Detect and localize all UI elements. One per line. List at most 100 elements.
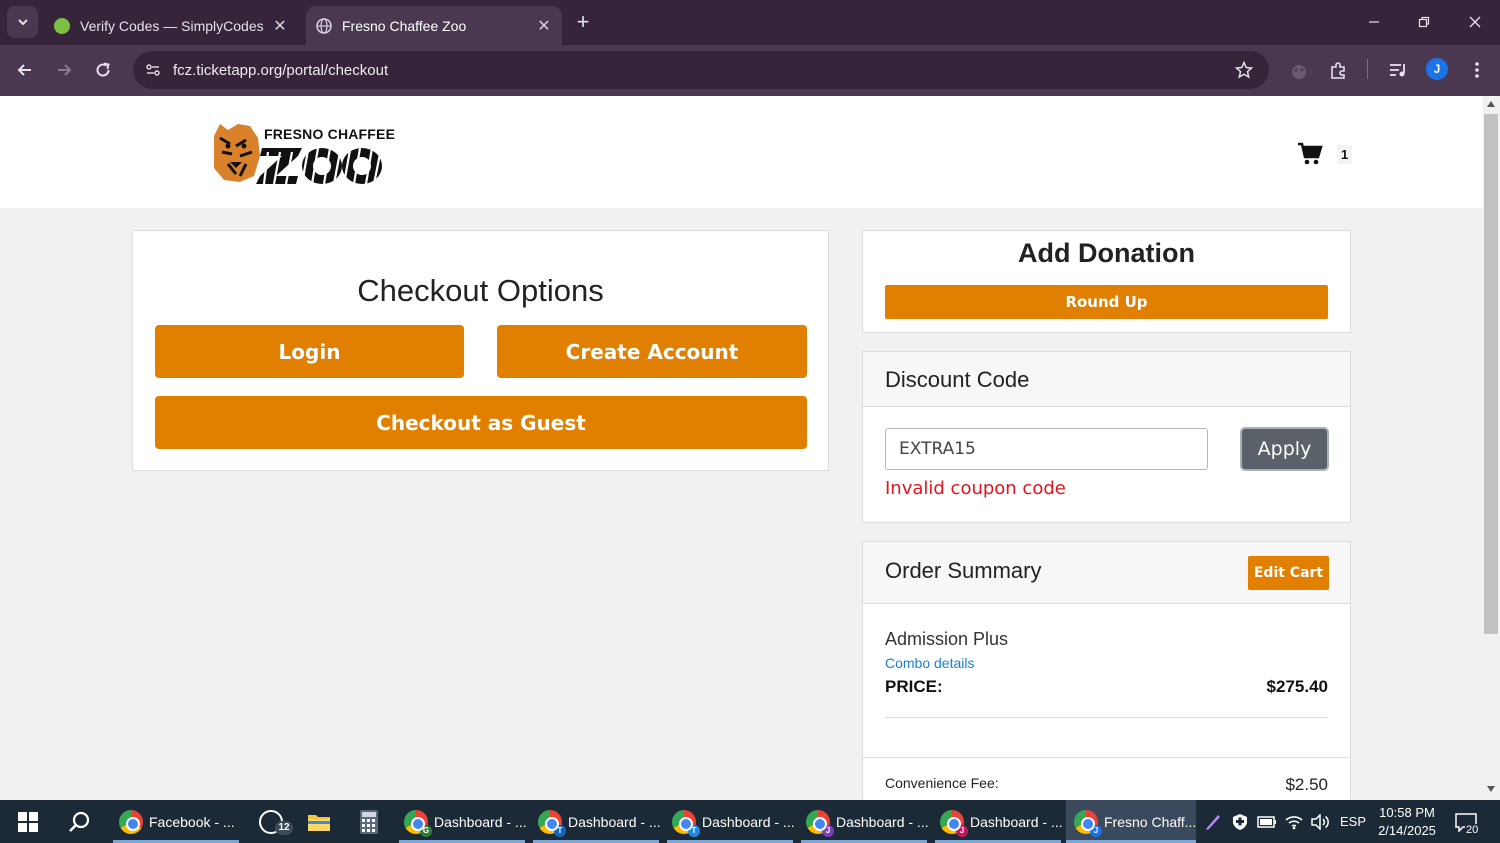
divider [863, 757, 1350, 758]
taskbar-app-dashboard-2[interactable]: T Dashboard - ... [533, 800, 661, 843]
profile-badge: G [420, 824, 432, 837]
simplycodes-icon [54, 17, 70, 34]
tray-wifi-icon[interactable] [1285, 800, 1303, 843]
taskbar-search-button[interactable] [62, 800, 98, 843]
start-button[interactable] [10, 800, 46, 843]
create-account-button[interactable]: Create Account [497, 325, 807, 378]
checkout-as-guest-button[interactable]: Checkout as Guest [155, 396, 807, 449]
reload-button[interactable] [87, 55, 119, 85]
price-label: PRICE: [885, 677, 943, 696]
globe-icon [316, 17, 332, 34]
close-icon[interactable]: ✕ [268, 16, 292, 36]
line-item-name: Admission Plus [885, 629, 1009, 649]
taskbar-app-label: Fresno Chaff... [1104, 813, 1197, 830]
tray-security-icon[interactable] [1231, 800, 1249, 843]
chrome-icon: T [538, 809, 566, 837]
taskbar-app-dashboard-3[interactable]: T Dashboard - ... [667, 800, 795, 843]
checkout-options-card: Checkout Options Login Create Account Ch… [132, 230, 829, 471]
discount-code-title: Discount Code [885, 367, 1030, 392]
scroll-down-icon[interactable] [1487, 786, 1495, 792]
tab-fresno-chaffee-zoo[interactable]: Fresno Chaffee Zoo ✕ [306, 6, 562, 45]
tab-title: Verify Codes — SimplyCodes [80, 17, 264, 34]
tray-pen-icon[interactable] [1204, 800, 1222, 843]
chrome-icon [119, 809, 143, 834]
address-bar[interactable]: fcz.ticketapp.org/portal/checkout [133, 51, 1269, 89]
cart-count-badge: 1 [1337, 144, 1353, 164]
tab-title: Fresno Chaffee Zoo [342, 17, 467, 34]
profile-avatar[interactable]: J [1426, 58, 1448, 80]
tab-search-button[interactable] [7, 6, 38, 38]
apply-button[interactable]: Apply [1240, 427, 1329, 471]
order-summary-title: Order Summary [885, 558, 1042, 583]
tray-volume-icon[interactable] [1310, 800, 1330, 843]
close-window-button[interactable] [1455, 6, 1495, 38]
tray-battery-icon[interactable] [1257, 800, 1277, 843]
restore-icon [1418, 16, 1430, 28]
notification-badge: 12 [275, 820, 293, 835]
extension-icon[interactable] [1286, 58, 1312, 84]
close-icon[interactable]: ✕ [532, 16, 556, 36]
page-scrollbar[interactable] [1483, 96, 1500, 800]
page-viewport: FRESNO CHAFFEE 1 Checkout Options Login … [0, 96, 1483, 800]
taskbar-app-fresno-chaffee[interactable]: J Fresno Chaff... [1066, 800, 1196, 843]
input-language[interactable]: ESP [1340, 800, 1366, 843]
back-button[interactable] [9, 55, 41, 85]
taskbar-app-calculator[interactable] [356, 800, 382, 843]
site-header: FRESNO CHAFFEE 1 [0, 96, 1483, 208]
chevron-down-icon [17, 19, 28, 26]
taskbar-app-dashboard-4[interactable]: J Dashboard - ... [801, 800, 929, 843]
browser-menu-icon[interactable] [1464, 57, 1490, 83]
profile-badge: T [688, 824, 700, 837]
search-icon [69, 811, 90, 832]
taskbar-app-whatsapp[interactable]: 12 [254, 800, 293, 843]
taskbar-app-label: Dashboard - ... [568, 813, 661, 830]
extensions-puzzle-icon[interactable] [1326, 57, 1352, 83]
edit-cart-button[interactable]: Edit Cart [1248, 556, 1329, 590]
forward-button[interactable] [48, 55, 80, 85]
add-donation-card: Add Donation Round Up [862, 230, 1351, 333]
minimize-button[interactable] [1354, 6, 1394, 38]
minimize-icon [1369, 21, 1379, 23]
convenience-fee-value: $2.50 [1285, 775, 1328, 794]
shopping-cart-icon [1298, 142, 1323, 165]
site-info-icon[interactable] [141, 58, 165, 82]
new-tab-button[interactable]: + [570, 8, 596, 36]
scrollbar-thumb[interactable] [1484, 114, 1498, 634]
divider [885, 717, 1328, 718]
tab-simplycodes[interactable]: Verify Codes — SimplyCodes ✕ [44, 6, 298, 45]
cart-button[interactable]: 1 [1297, 140, 1357, 168]
calculator-icon [360, 809, 378, 834]
taskbar-app-file-explorer[interactable] [304, 800, 334, 843]
checkout-options-title: Checkout Options [357, 273, 604, 308]
windows-taskbar: Facebook - ... 12 G Dashboard - ... T Da… [0, 800, 1500, 843]
taskbar-app-facebook[interactable]: Facebook - ... [113, 800, 239, 843]
browser-toolbar: fcz.ticketapp.org/portal/checkout [0, 45, 1500, 96]
discount-code-input[interactable]: EXTRA15 [885, 428, 1208, 470]
scroll-up-icon[interactable] [1487, 101, 1495, 107]
login-button[interactable]: Login [155, 325, 464, 378]
notification-center-button[interactable]: 20 [1455, 800, 1480, 843]
taskbar-app-dashboard-5[interactable]: J Dashboard - ... [935, 800, 1063, 843]
price-value: $275.40 [1266, 677, 1328, 696]
file-explorer-icon [308, 814, 330, 831]
taskbar-app-dashboard-1[interactable]: G Dashboard - ... [399, 800, 527, 843]
arrow-right-icon [58, 64, 72, 76]
bookmark-star-icon[interactable] [1233, 59, 1255, 81]
zoo-logo[interactable]: FRESNO CHAFFEE [210, 118, 395, 186]
round-up-button[interactable]: Round Up [885, 285, 1328, 319]
media-control-icon[interactable] [1385, 57, 1411, 83]
url-text: fcz.ticketapp.org/portal/checkout [173, 62, 389, 79]
whatsapp-icon: 12 [259, 809, 293, 835]
clock-time: 10:58 PM [1379, 805, 1435, 820]
taskbar-app-label: Facebook - ... [149, 813, 235, 830]
taskbar-app-label: Dashboard - ... [970, 813, 1063, 830]
taskbar-clock[interactable]: 10:58 PM 2/14/2025 [1372, 804, 1442, 840]
discount-code-header: Discount Code [863, 352, 1350, 407]
combo-details-link[interactable]: Combo details [885, 655, 975, 671]
windows-logo-icon [18, 811, 38, 832]
logo-text: FRESNO CHAFFEE [264, 126, 396, 142]
chrome-icon: J [940, 809, 968, 837]
restore-button[interactable] [1404, 6, 1444, 38]
chrome-icon: G [404, 809, 432, 837]
arrow-left-icon [17, 64, 31, 76]
